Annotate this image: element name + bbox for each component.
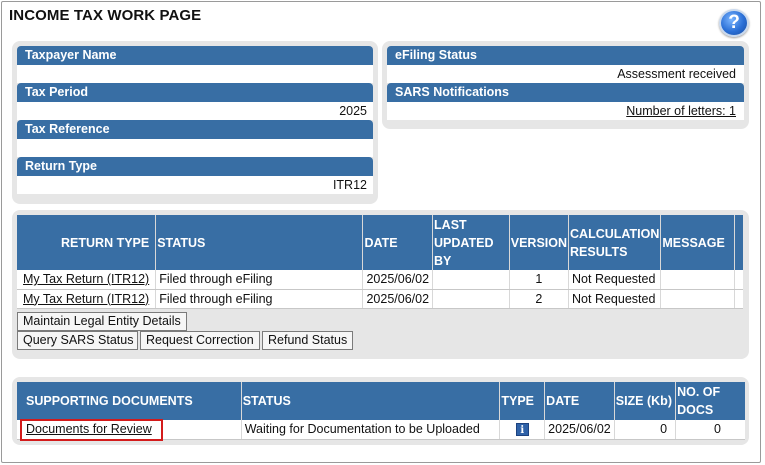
- return-type-label: Return Type: [17, 157, 373, 176]
- col-supporting-documents: SUPPORTING DOCUMENTS: [17, 382, 242, 420]
- col-message: MESSAGE: [660, 215, 735, 270]
- tax-reference-label: Tax Reference: [17, 120, 373, 139]
- taxpayer-name-label: Taxpayer Name: [17, 46, 373, 65]
- row-message: [660, 270, 735, 290]
- row-message: [660, 289, 735, 309]
- row-last-updated-by: [432, 270, 510, 290]
- sars-notifications-label: SARS Notifications: [387, 83, 744, 102]
- col-date: DATE: [362, 215, 434, 270]
- col-calculation-results: CALCULATION RESULTS: [568, 215, 662, 270]
- doc-status: Waiting for Documentation to be Uploaded: [241, 420, 501, 440]
- col-no-of-docs: NO. OF DOCS: [675, 382, 745, 420]
- row-version: 2: [509, 289, 570, 309]
- table-row: My Tax Return (ITR12) Filed through eFil…: [17, 270, 743, 290]
- row-status: Filed through eFiling: [155, 270, 364, 290]
- request-correction-button[interactable]: Request Correction: [140, 331, 260, 350]
- col-doc-date: DATE: [544, 382, 615, 420]
- col-last-updated-by: LAST UPDATED BY: [432, 215, 510, 270]
- row-date: 2025/06/02: [362, 270, 434, 290]
- col-doc-type: TYPE: [499, 382, 546, 420]
- highlight-box: [20, 419, 163, 441]
- row-calculation-results: Not Requested: [568, 270, 662, 290]
- tax-period-value: 2025: [17, 102, 373, 120]
- row-calculation-results: Not Requested: [568, 289, 662, 309]
- tax-reference-value: [17, 139, 373, 157]
- table-row: My Tax Return (ITR12) Filed through eFil…: [17, 289, 743, 309]
- page-title: INCOME TAX WORK PAGE: [9, 7, 202, 24]
- return-link[interactable]: My Tax Return (ITR12): [23, 292, 149, 306]
- col-return-type: RETURN TYPE: [17, 215, 157, 270]
- maintain-legal-entity-button[interactable]: Maintain Legal Entity Details: [17, 312, 187, 331]
- col-version: VERSION: [509, 215, 570, 270]
- returns-table: RETURN TYPE STATUS DATE LAST UPDATED BY …: [17, 215, 743, 309]
- efiling-status-value: Assessment received: [387, 65, 744, 83]
- refund-status-button[interactable]: Refund Status: [262, 331, 353, 350]
- col-spacer: [734, 215, 743, 270]
- return-link[interactable]: My Tax Return (ITR12): [23, 272, 149, 286]
- row-status: Filed through eFiling: [155, 289, 364, 309]
- doc-date: 2025/06/02: [544, 420, 615, 440]
- info-icon[interactable]: i: [515, 423, 529, 437]
- help-icon[interactable]: ?: [719, 9, 749, 37]
- taxpayer-name-value: [17, 65, 373, 83]
- row-version: 1: [509, 270, 570, 290]
- query-sars-status-button[interactable]: Query SARS Status: [17, 331, 138, 350]
- return-type-value: ITR12: [17, 176, 373, 194]
- number-of-letters-link[interactable]: Number of letters: 1: [626, 104, 736, 118]
- doc-size: 0: [614, 420, 677, 440]
- efiling-status-label: eFiling Status: [387, 46, 744, 65]
- col-doc-size: SIZE (Kb): [614, 382, 677, 420]
- col-status: STATUS: [155, 215, 364, 270]
- row-date: 2025/06/02: [362, 289, 434, 309]
- doc-count: 0: [675, 420, 745, 440]
- col-doc-status: STATUS: [241, 382, 501, 420]
- tax-period-label: Tax Period: [17, 83, 373, 102]
- sars-notifications-value: Number of letters: 1: [387, 102, 744, 120]
- row-last-updated-by: [432, 289, 510, 309]
